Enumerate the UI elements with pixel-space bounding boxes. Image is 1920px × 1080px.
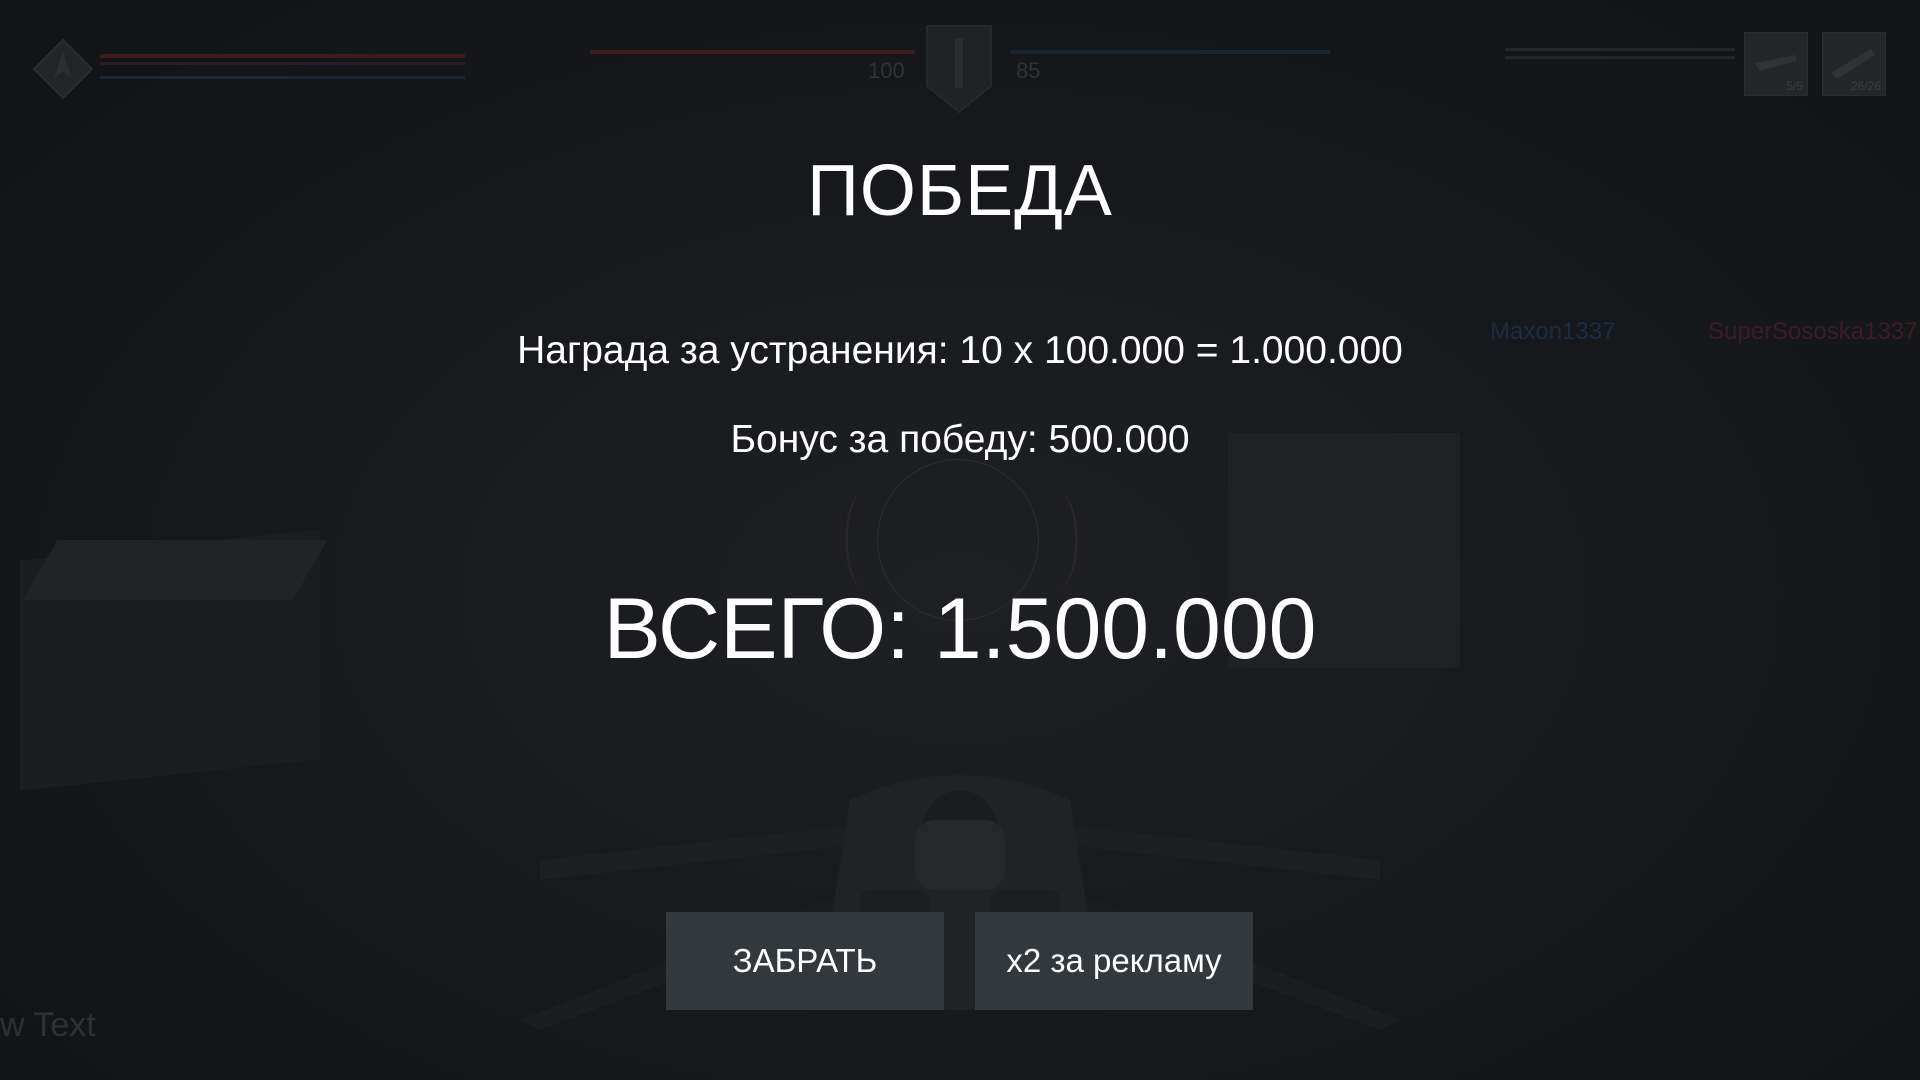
- health-bar: [100, 54, 465, 58]
- shield-bar: [100, 76, 465, 79]
- kills-reward-text: Награда за устранения: 10 x 100.000 = 1.…: [517, 329, 1403, 372]
- ammo-reload-bar: [1505, 56, 1735, 59]
- crosshair-arc-left: [845, 490, 888, 590]
- claim-reward-button[interactable]: ЗАБРАТЬ: [666, 912, 944, 1010]
- crosshair-arc-right: [1035, 490, 1078, 590]
- debug-text-label: w Text: [0, 1006, 96, 1044]
- weapon-slot-primary-count: 5/5: [1786, 79, 1803, 93]
- total-reward-text: ВСЕГО: 1.500.000: [603, 581, 1317, 677]
- victory-title: ПОБЕДА: [807, 151, 1113, 231]
- ammo-bar: [1505, 48, 1735, 51]
- weapon-slot-secondary[interactable]: 26/26: [1822, 32, 1886, 96]
- team-blue-progress-bar: [1010, 50, 1330, 54]
- player-spaceship: [520, 760, 1400, 1030]
- weapon-slot-secondary-count: 26/26: [1850, 79, 1881, 93]
- victory-bonus-text: Бонус за победу: 500.000: [730, 418, 1190, 461]
- team-red-progress-bar: [590, 50, 915, 54]
- match-badge-icon: [923, 24, 995, 114]
- team-blue-score: 85: [1016, 58, 1041, 83]
- player-emblem-icon: [32, 38, 94, 100]
- team-red-score: 100: [868, 58, 905, 83]
- armor-bar: [100, 62, 465, 65]
- weapon-slot-primary[interactable]: 5/5: [1744, 32, 1808, 96]
- double-reward-ad-button[interactable]: x2 за рекламу: [975, 912, 1253, 1010]
- victory-screen: 100 85 5/5 26/26 Maxon1337 SuperSososka1…: [0, 0, 1920, 1080]
